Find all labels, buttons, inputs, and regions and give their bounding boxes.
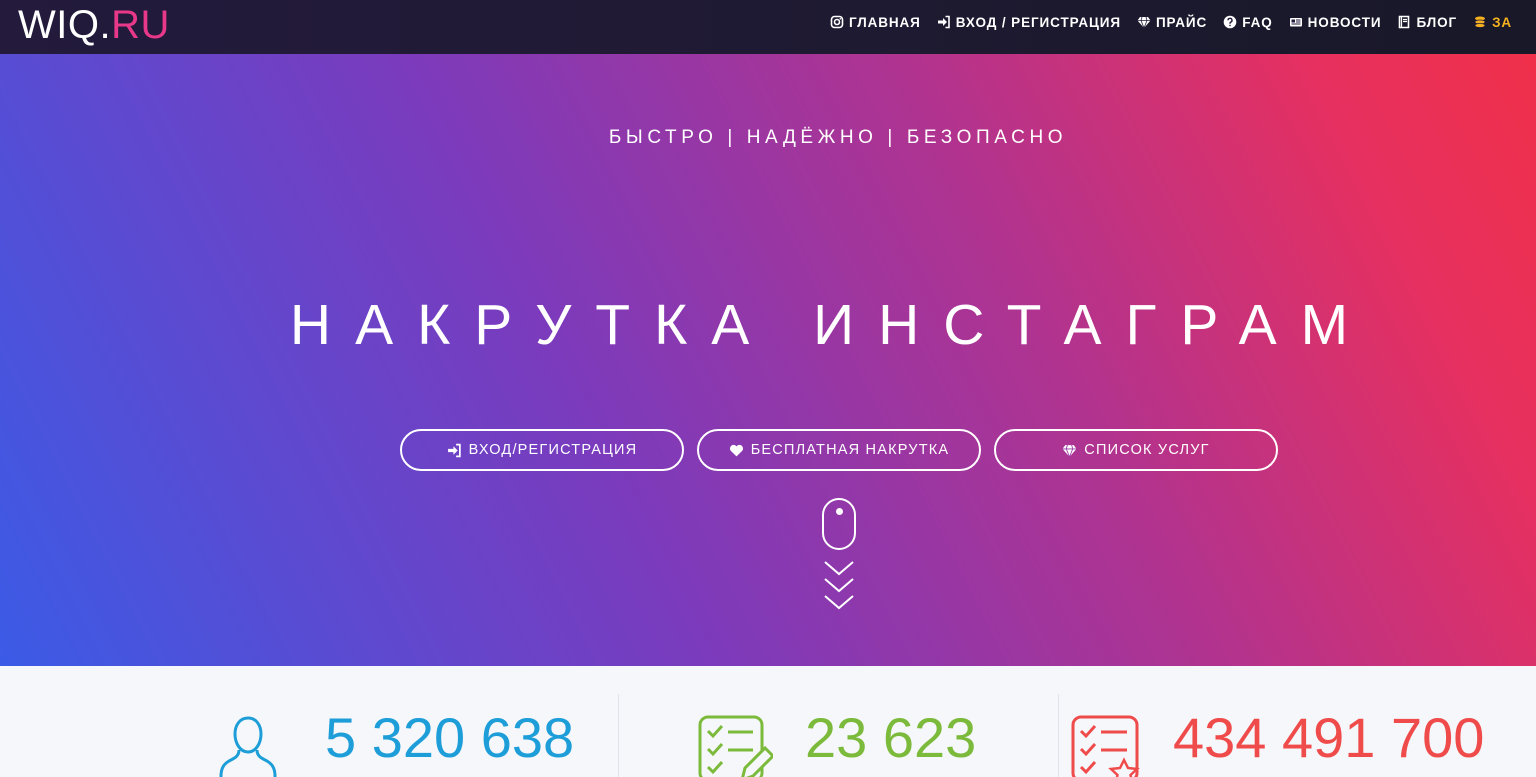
sign-in-icon	[937, 15, 951, 29]
instagram-icon	[830, 15, 844, 29]
stats-section: 5 320 638 23 623 434 491 700	[0, 666, 1536, 777]
nav-item-label: FAQ	[1242, 14, 1273, 30]
free-boost-label: БЕСПЛАТНАЯ НАКРУТКА	[750, 442, 950, 458]
hero-headline: НАКРУТКА ИНСТАГРАМ	[289, 293, 1373, 357]
site-logo[interactable]: WIQ.RU	[18, 3, 170, 47]
main-nav: ГЛАВНАЯ ВХОД / РЕГИСТРАЦИЯ ПРАЙС FAQ НОВ…	[830, 0, 1528, 44]
mouse-wheel	[836, 508, 843, 515]
nav-item-label: ВХОД / РЕГИСТРАЦИЯ	[955, 14, 1121, 30]
nav-item-label: ГЛАВНАЯ	[849, 14, 921, 30]
heart-icon	[729, 443, 744, 458]
login-register-label: ВХОД/РЕГИСТРАЦИЯ	[468, 442, 638, 458]
nav-item-blog[interactable]: БЛОГ	[1397, 15, 1457, 30]
nav-item-news[interactable]: НОВОСТИ	[1289, 15, 1382, 30]
stat-services-value: 434 491 700	[1173, 706, 1485, 769]
stats-divider	[1058, 694, 1059, 777]
nav-item-home[interactable]: ГЛАВНАЯ	[830, 15, 921, 30]
diamond-icon	[1137, 15, 1151, 29]
checklist-star-icon	[1070, 714, 1146, 777]
stat-users-value: 5 320 638	[325, 706, 575, 769]
free-boost-button[interactable]: БЕСПЛАТНАЯ НАКРУТКА	[697, 429, 981, 471]
mouse-icon	[822, 498, 856, 550]
triple-chevron-down-icon[interactable]	[823, 559, 855, 613]
book-icon	[1397, 15, 1411, 29]
nav-item-label: БЛОГ	[1416, 14, 1458, 30]
top-navbar: WIQ.RU ГЛАВНАЯ ВХОД / РЕГИСТРАЦИЯ ПРАЙС …	[0, 0, 1536, 54]
question-circle-icon	[1223, 15, 1237, 29]
nav-item-label: НОВОСТИ	[1307, 14, 1382, 30]
sign-in-icon	[447, 443, 462, 458]
nav-item-login[interactable]: ВХОД / РЕГИСТРАЦИЯ	[937, 15, 1121, 30]
coins-icon	[1473, 15, 1487, 29]
services-list-button[interactable]: СПИСОК УСЛУГ	[994, 429, 1278, 471]
nav-item-price[interactable]: ПРАЙС	[1137, 15, 1207, 30]
checklist-pencil-icon	[697, 714, 776, 777]
nav-item-label: ПРАЙС	[1155, 14, 1208, 30]
login-register-button[interactable]: ВХОД/РЕГИСТРАЦИЯ	[400, 429, 684, 471]
logo-part1: WIQ.	[18, 3, 112, 47]
newspaper-icon	[1289, 15, 1303, 29]
services-list-label: СПИСОК УСЛУГ	[1084, 442, 1210, 458]
user-icon	[218, 714, 278, 777]
stat-orders-value: 23 623	[805, 706, 977, 769]
nav-item-label: ЗА	[1492, 14, 1513, 30]
diamond-icon	[1062, 443, 1077, 458]
logo-part2: RU	[111, 3, 170, 47]
stats-divider	[618, 694, 619, 777]
nav-item-earn[interactable]: ЗА	[1473, 15, 1512, 30]
hero-section: БЫСТРО | НАДЁЖНО | БЕЗОПАСНО НАКРУТКА ИН…	[0, 54, 1536, 666]
nav-item-faq[interactable]: FAQ	[1223, 15, 1272, 30]
hero-tagline: БЫСТРО | НАДЁЖНО | БЕЗОПАСНО	[608, 127, 1068, 148]
